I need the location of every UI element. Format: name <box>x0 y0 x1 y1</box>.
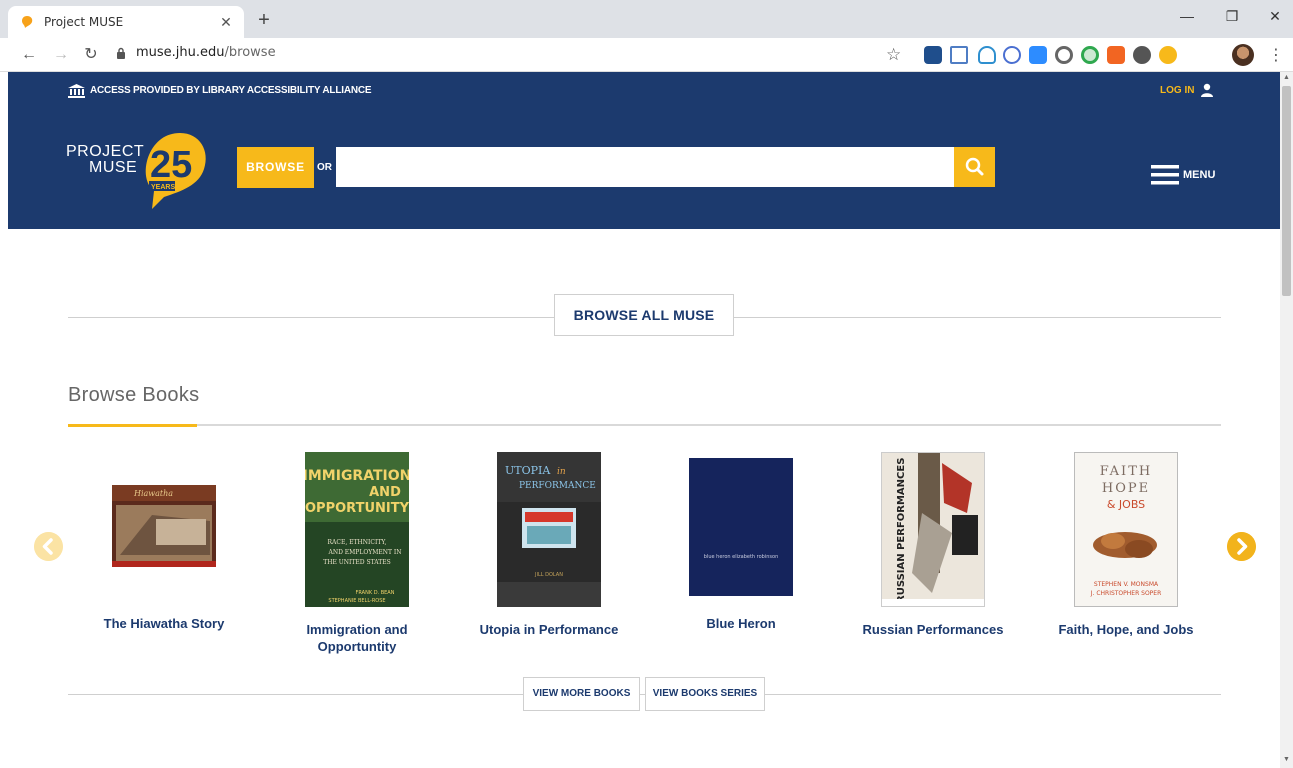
svg-text:STEPHANIE BELL-ROSE: STEPHANIE BELL-ROSE <box>328 598 385 604</box>
address-bar: ← → ↻ muse.jhu.edu/browse ☆ ⋮ <box>0 38 1293 72</box>
browse-books-heading: Browse Books <box>68 384 200 406</box>
scrollbar[interactable]: ▲ ▼ <box>1280 72 1293 768</box>
menu-label: MENU <box>1183 169 1216 181</box>
extension-icon[interactable] <box>924 46 942 64</box>
view-books-series-button[interactable]: VIEW BOOKS SERIES <box>645 677 765 711</box>
page: ACCESS PROVIDED BY LIBRARY ACCESSIBILITY… <box>8 72 1280 768</box>
book-cover-hiawatha[interactable]: Hiawatha <box>112 485 216 567</box>
restore-icon[interactable]: ❐ <box>1222 8 1242 25</box>
access-provider-text: ACCESS PROVIDED BY LIBRARY ACCESSIBILITY… <box>90 85 372 96</box>
cover-author-2: J. CHRISTOPHER SOPER <box>1090 590 1162 597</box>
book-title-immigration[interactable]: Immigration and Opportuntity <box>282 621 432 655</box>
cover-author-1: STEPHEN V. MONSMA <box>1094 581 1159 588</box>
svg-text:IMMIGRATION: IMMIGRATION <box>305 468 409 484</box>
search-icon <box>965 157 984 176</box>
browse-all-muse-button[interactable]: BROWSE ALL MUSE <box>554 294 734 336</box>
svg-text:RACE, ETHNICITY,: RACE, ETHNICITY, <box>328 539 387 546</box>
svg-text:RUSSIAN PERFORMANCES: RUSSIAN PERFORMANCES <box>896 458 907 603</box>
book-cover-blue-heron[interactable]: blue heron elizabeth robinson <box>689 458 793 596</box>
carousel-prev-icon[interactable] <box>34 532 63 561</box>
sync-extension-icon[interactable] <box>1003 46 1021 64</box>
svg-text:AND EMPLOYMENT IN: AND EMPLOYMENT IN <box>327 549 401 556</box>
access-bar: ACCESS PROVIDED BY LIBRARY ACCESSIBILITY… <box>8 72 1280 109</box>
book-title-russian[interactable]: Russian Performances <box>853 621 1013 638</box>
view-more-books-button[interactable]: VIEW MORE BOOKS <box>523 677 640 711</box>
window-close-icon[interactable]: ✕ <box>1265 8 1285 25</box>
search-button[interactable] <box>954 147 995 187</box>
tab-close-icon[interactable]: ✕ <box>218 14 234 31</box>
svg-text:FRANK D. BEAN: FRANK D. BEAN <box>356 590 395 596</box>
book-title-utopia[interactable]: Utopia in Performance <box>469 621 629 638</box>
svg-text:JILL DOLAN: JILL DOLAN <box>534 572 563 578</box>
minimize-icon[interactable]: — <box>1177 8 1197 24</box>
menu-button[interactable]: MENU <box>1151 164 1215 186</box>
zoom-extension-icon[interactable] <box>1029 46 1047 64</box>
reload-icon[interactable]: ↻ <box>80 44 102 66</box>
home-extension-icon[interactable] <box>978 46 996 64</box>
or-label: OR <box>317 162 332 173</box>
url-host: muse.jhu.edu <box>136 45 225 60</box>
svg-text:Hiawatha: Hiawatha <box>133 489 173 498</box>
hamburger-icon <box>1151 165 1179 185</box>
svg-text:OPPORTUNITY: OPPORTUNITY <box>305 501 409 516</box>
logo-text-line2: MUSE <box>89 159 137 176</box>
browser-tab-bar: Project MUSE ✕ + — ❐ ✕ <box>0 0 1293 38</box>
book-cover-russian[interactable]: RUSSIAN PERFORMANCES <box>881 452 985 607</box>
cover-text-hope: HOPE <box>1102 481 1150 496</box>
target-extension-icon[interactable] <box>1081 46 1099 64</box>
cover-text-jobs: & JOBS <box>1107 498 1145 511</box>
institution-icon <box>68 84 85 98</box>
scroll-thumb[interactable] <box>1282 86 1291 296</box>
project-muse-favicon-icon <box>22 16 33 28</box>
section-rule <box>68 424 1221 426</box>
svg-text:in: in <box>557 467 566 477</box>
svg-text:UTOPIA: UTOPIA <box>505 464 551 477</box>
svg-text:AND: AND <box>369 485 401 500</box>
gear-extension-icon[interactable] <box>1159 46 1177 64</box>
browser-menu-icon[interactable]: ⋮ <box>1268 45 1284 65</box>
logo-badge-number: 25 <box>150 144 192 186</box>
book-title-faith-hope-jobs[interactable]: Faith, Hope, and Jobs <box>1046 621 1206 638</box>
forward-icon[interactable]: → <box>50 44 72 66</box>
back-icon[interactable]: ← <box>18 44 40 66</box>
book-cover-utopia[interactable]: UTOPIA in PERFORMANCE JILL DOLAN <box>497 452 601 607</box>
user-icon <box>1201 83 1214 97</box>
book-cover-faith-hope-jobs[interactable]: FAITH HOPE & JOBS STEPHEN V. MONSMA J. C… <box>1074 452 1178 607</box>
browser-tab[interactable]: Project MUSE ✕ <box>8 6 244 38</box>
url-field[interactable]: muse.jhu.edu/browse <box>116 45 276 60</box>
circle-extension-icon[interactable] <box>1055 46 1073 64</box>
search-input[interactable] <box>336 147 954 187</box>
login-label: LOG IN <box>1160 84 1195 96</box>
login-link[interactable]: LOG IN <box>1160 83 1214 97</box>
svg-text:THE UNITED STATES: THE UNITED STATES <box>323 559 391 566</box>
browse-all-row: BROWSE ALL MUSE <box>68 294 1221 336</box>
logo-text-line1: PROJECT <box>66 143 144 160</box>
book-cover-immigration[interactable]: IMMIGRATION AND OPPORTUNITY RACE, ETHNIC… <box>305 452 409 607</box>
scroll-down-icon[interactable]: ▼ <box>1283 756 1290 763</box>
orange-extension-icon[interactable] <box>1107 46 1125 64</box>
svg-text:blue heron elizabeth robinson: blue heron elizabeth robinson <box>704 554 779 560</box>
drive-icon[interactable] <box>950 46 968 64</box>
bookmark-star-icon[interactable]: ☆ <box>886 45 901 65</box>
book-title-hiawatha[interactable]: The Hiawatha Story <box>92 615 236 632</box>
new-tab-icon[interactable]: + <box>252 9 276 33</box>
tab-title: Project MUSE <box>44 15 124 29</box>
site-header: PROJECT MUSE 25 YEARS BROWSE OR MENU <box>8 109 1280 229</box>
cover-text-faith: FAITH <box>1100 464 1152 479</box>
lock-icon <box>117 47 125 59</box>
project-muse-25-years-logo[interactable]: PROJECT MUSE 25 YEARS <box>64 129 214 214</box>
profile-avatar[interactable] <box>1232 44 1254 66</box>
logo-badge-word: YEARS <box>151 184 175 191</box>
book-title-blue-heron[interactable]: Blue Heron <box>668 615 814 632</box>
scroll-up-icon[interactable]: ▲ <box>1283 74 1290 81</box>
browse-button[interactable]: BROWSE <box>237 147 314 188</box>
view-more-row: VIEW MORE BOOKS VIEW BOOKS SERIES <box>68 677 1221 711</box>
section-rule-accent <box>68 424 197 427</box>
wordpress-extension-icon[interactable] <box>1133 46 1151 64</box>
url-path: /browse <box>224 45 276 60</box>
svg-text:PERFORMANCE: PERFORMANCE <box>519 481 596 491</box>
carousel-next-icon[interactable] <box>1227 532 1256 561</box>
